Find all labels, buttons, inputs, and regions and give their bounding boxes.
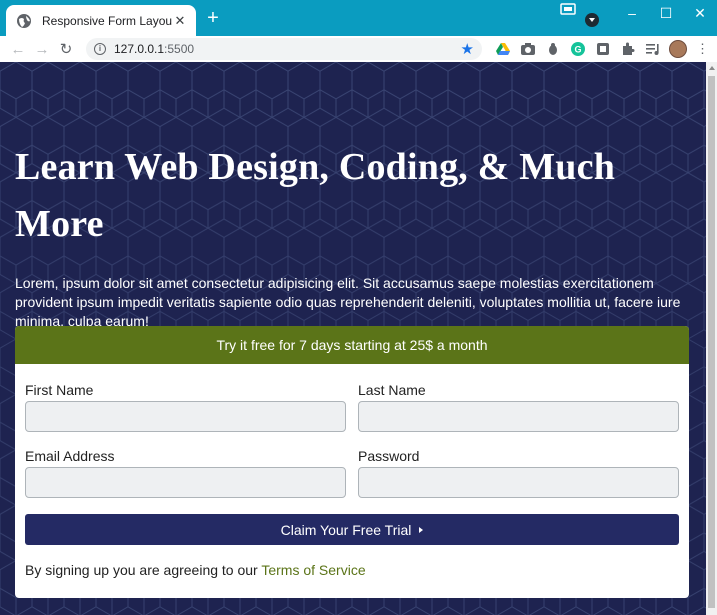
last-name-group: Last Name — [358, 382, 679, 432]
close-icon[interactable]: ✕ — [172, 13, 188, 29]
window-close-icon[interactable]: ✕ — [683, 0, 717, 26]
svg-text:G: G — [574, 45, 581, 55]
last-name-label: Last Name — [358, 382, 426, 398]
last-name-input[interactable] — [358, 401, 679, 432]
minimize-icon[interactable]: – — [615, 0, 649, 26]
new-tab-button[interactable]: + — [204, 8, 222, 28]
page-title: Learn Web Design, Coding, & Much More — [15, 146, 616, 245]
avatar[interactable] — [665, 39, 690, 59]
signup-form-card: Try it free for 7 days starting at 25$ a… — [15, 326, 689, 598]
terms-text: By signing up you are agreeing to our — [25, 562, 262, 578]
page-scrollbar[interactable] — [706, 62, 717, 615]
url-text: 127.0.0.1:5500 — [114, 42, 195, 56]
first-name-group: First Name — [25, 382, 346, 432]
lead-paragraph: Lorem, ipsum dolor sit amet consectetur … — [15, 275, 681, 329]
email-label: Email Address — [25, 448, 115, 464]
terms-link[interactable]: Terms of Service — [261, 562, 365, 578]
cast-icon[interactable] — [560, 3, 580, 17]
email-input[interactable] — [25, 467, 346, 498]
first-name-label: First Name — [25, 382, 94, 398]
info-icon[interactable]: i — [94, 43, 106, 55]
browser-toolbar: ← → ↻ i 127.0.0.1:5500 ★ G ⋮ — [0, 36, 717, 62]
puzzle-icon[interactable] — [615, 39, 640, 59]
forward-icon[interactable]: → — [30, 37, 54, 61]
scroll-up-icon[interactable] — [709, 66, 715, 70]
extension-icons: G ⋮ — [490, 39, 715, 59]
password-label: Password — [358, 448, 420, 464]
browser-tab-strip: Responsive Form Layout ✕ + – ☐ ✕ — [0, 0, 717, 36]
reload-icon[interactable]: ↻ — [54, 37, 78, 61]
camera-icon[interactable] — [515, 39, 540, 59]
claim-trial-label: Claim Your Free Trial — [280, 521, 412, 538]
address-bar[interactable]: i 127.0.0.1:5500 ★ — [86, 38, 482, 60]
menu-icon[interactable]: ⋮ — [690, 39, 715, 59]
terms-notice: By signing up you are agreeing to our Te… — [25, 562, 366, 578]
caret-right-icon — [419, 526, 424, 533]
drive-icon[interactable] — [490, 39, 515, 59]
page-viewport: Learn Web Design, Coding, & Much More Lo… — [0, 62, 706, 615]
email-group: Email Address — [25, 448, 346, 498]
back-icon[interactable]: ← — [6, 37, 30, 61]
browser-tab[interactable]: Responsive Form Layout ✕ — [6, 5, 196, 36]
scrollbar-thumb[interactable] — [708, 76, 715, 608]
password-input[interactable] — [358, 467, 679, 498]
grammarly-icon[interactable]: G — [565, 39, 590, 59]
claim-trial-button[interactable]: Claim Your Free Trial — [25, 514, 679, 545]
password-group: Password — [358, 448, 679, 498]
first-name-input[interactable] — [25, 401, 346, 432]
media-control-icon[interactable] — [585, 13, 599, 27]
extension-icon[interactable] — [590, 39, 615, 59]
bug-icon[interactable] — [540, 39, 565, 59]
maximize-icon[interactable]: ☐ — [649, 0, 683, 26]
hero: Learn Web Design, Coding, & Much More Lo… — [15, 62, 689, 331]
globe-icon — [17, 13, 31, 28]
tab-title: Responsive Form Layout — [42, 13, 172, 28]
window-controls: – ☐ ✕ — [615, 0, 717, 28]
star-icon[interactable]: ★ — [461, 40, 474, 58]
media-icon[interactable] — [640, 39, 665, 59]
trial-banner: Try it free for 7 days starting at 25$ a… — [15, 326, 689, 364]
